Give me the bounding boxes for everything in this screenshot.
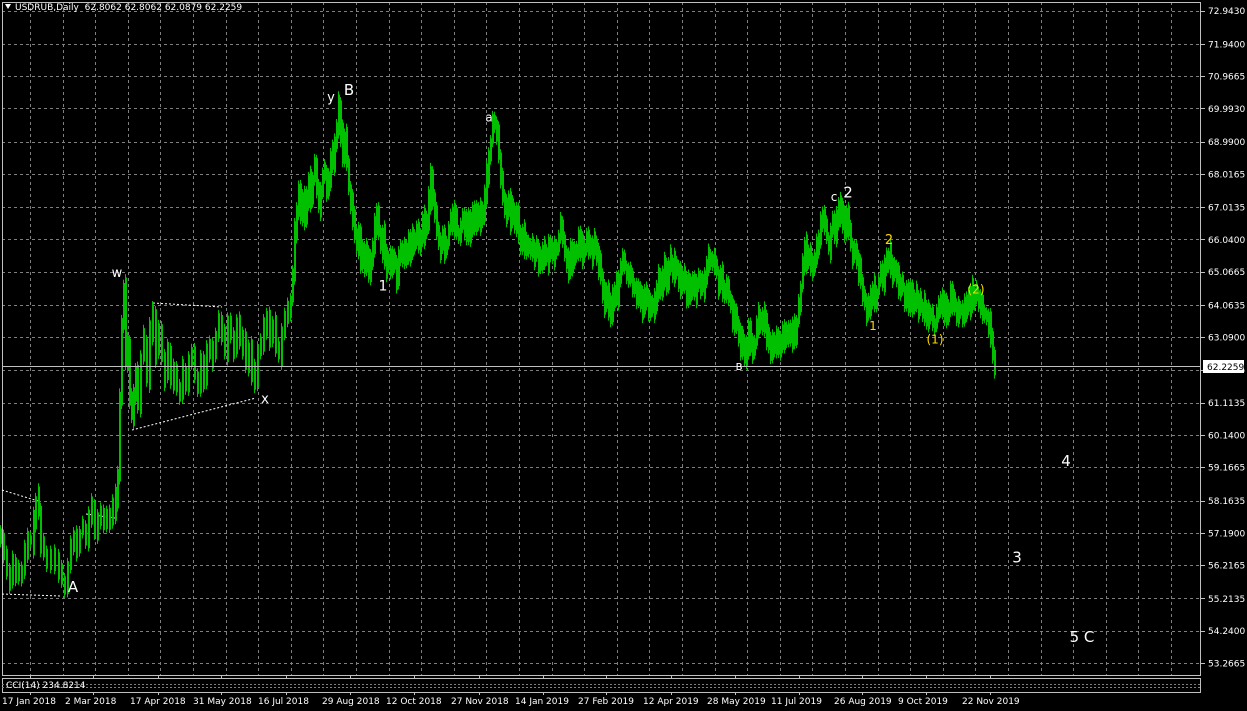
y-tick-label: 63.0900 [1208,334,1245,344]
wave-label: 2 [843,184,853,202]
x-tick-label: 12 Oct 2018 [386,697,442,707]
y-tick-label: 67.0135 [1208,204,1245,214]
y-tick-label: 61.1135 [1208,399,1245,409]
y-tick-label: 65.0665 [1208,268,1245,278]
price-bars [0,91,1201,598]
price-chart[interactable]: Awxy B1aвc 221(2)(1)435 C 72.943071.940070… [0,0,1247,711]
wave-label: 1 [869,319,877,333]
indicator-border [2,678,1201,693]
symbol-name: USDRUB,Daily [15,3,79,13]
wave-labels: Awxy B1aвc 221(2)(1)435 C [68,81,1095,646]
y-tick-label: 53.2665 [1208,659,1245,669]
collapse-triangle-icon[interactable] [5,4,11,9]
y-tick-label: 57.1900 [1208,529,1245,539]
cci-indicator-pane: CCI(14) 234.8214 [2,678,1201,693]
x-tick-label: 16 Jul 2018 [258,697,309,707]
x-tick-label: 12 Apr 2019 [643,697,699,707]
x-tick-label: 29 Aug 2018 [322,697,380,707]
close-value: 62.2259 [204,3,243,13]
low-value: 62.0879 [164,3,203,13]
x-tick-label: 9 Oct 2019 [898,697,948,707]
channel-line [131,397,257,431]
y-tick-label: 68.0165 [1208,170,1245,180]
y-tick-label: 64.0635 [1208,301,1245,311]
y-tick-label: 68.9900 [1208,138,1245,148]
y-tick-label: 66.0400 [1208,236,1245,246]
wave-label: (1) [927,332,944,346]
x-tick-label: 17 Apr 2018 [130,697,186,707]
x-tick-label: 22 Nov 2019 [962,697,1020,707]
wave-label: a [485,110,492,124]
wave-label: 4 [1061,452,1071,470]
wave-label: 1 [379,278,388,294]
y-tick-label: 69.9930 [1208,105,1245,115]
x-tick-label: 2 Mar 2018 [65,697,117,707]
wave-label: 3 [1012,548,1022,566]
chart-grid [2,2,1201,675]
channel-line [152,302,223,308]
y-tick-label: 70.9665 [1208,73,1245,83]
x-tick-label: 28 May 2019 [707,697,766,707]
wave-label: A [68,578,79,596]
wave-label: w [112,266,123,281]
y-tick-label: 56.2165 [1208,562,1245,572]
price-axis: 72.9430 71.9400 70.9665 69.9930 68.9900 68.01… [1201,7,1245,669]
x-tick-label: 31 May 2018 [193,697,252,707]
x-tick-label: 27 Feb 2019 [578,697,634,707]
y-tick-label: 54.2400 [1208,627,1245,637]
channel-line [1,489,39,502]
y-tick-label: 58.1635 [1208,497,1245,507]
x-tick-label: 14 Jan 2019 [515,697,569,707]
x-tick-label: 27 Nov 2018 [451,697,509,707]
wave-label: c [831,190,838,204]
current-price-tag: 62.2259 [1203,360,1244,373]
x-tick-label: 11 Jul 2019 [771,697,822,707]
price-tag-label: 62.2259 [1207,363,1244,373]
y-tick-label: 55.2135 [1208,595,1245,605]
y-tick-label: 60.1400 [1208,431,1245,441]
wave-label: (2) [968,283,985,297]
indicator-label: CCI(14) 234.8214 [6,681,86,691]
x-tick-label: 26 Aug 2019 [834,697,892,707]
chart-frame [2,2,1201,676]
wave-label: y [327,90,335,105]
symbol-header: USDRUB,Daily 62.8062 62.8062 62.0879 62.… [5,3,242,13]
wave-label: x [261,392,269,407]
wave-label: 5 C [1070,628,1095,646]
channel-line [1,593,61,597]
plot-border [2,2,1201,676]
wave-label: в [735,359,742,373]
y-tick-label: 71.9400 [1208,40,1245,50]
wave-label: 2 [885,233,893,248]
high-value: 62.8062 [124,3,162,13]
x-tick-label: 17 Jan 2018 [2,697,56,707]
y-tick-label: 72.9430 [1208,7,1245,17]
open-value: 62.8062 [84,3,122,13]
y-tick-label: 59.1665 [1208,464,1245,474]
wave-label: B [344,81,354,99]
